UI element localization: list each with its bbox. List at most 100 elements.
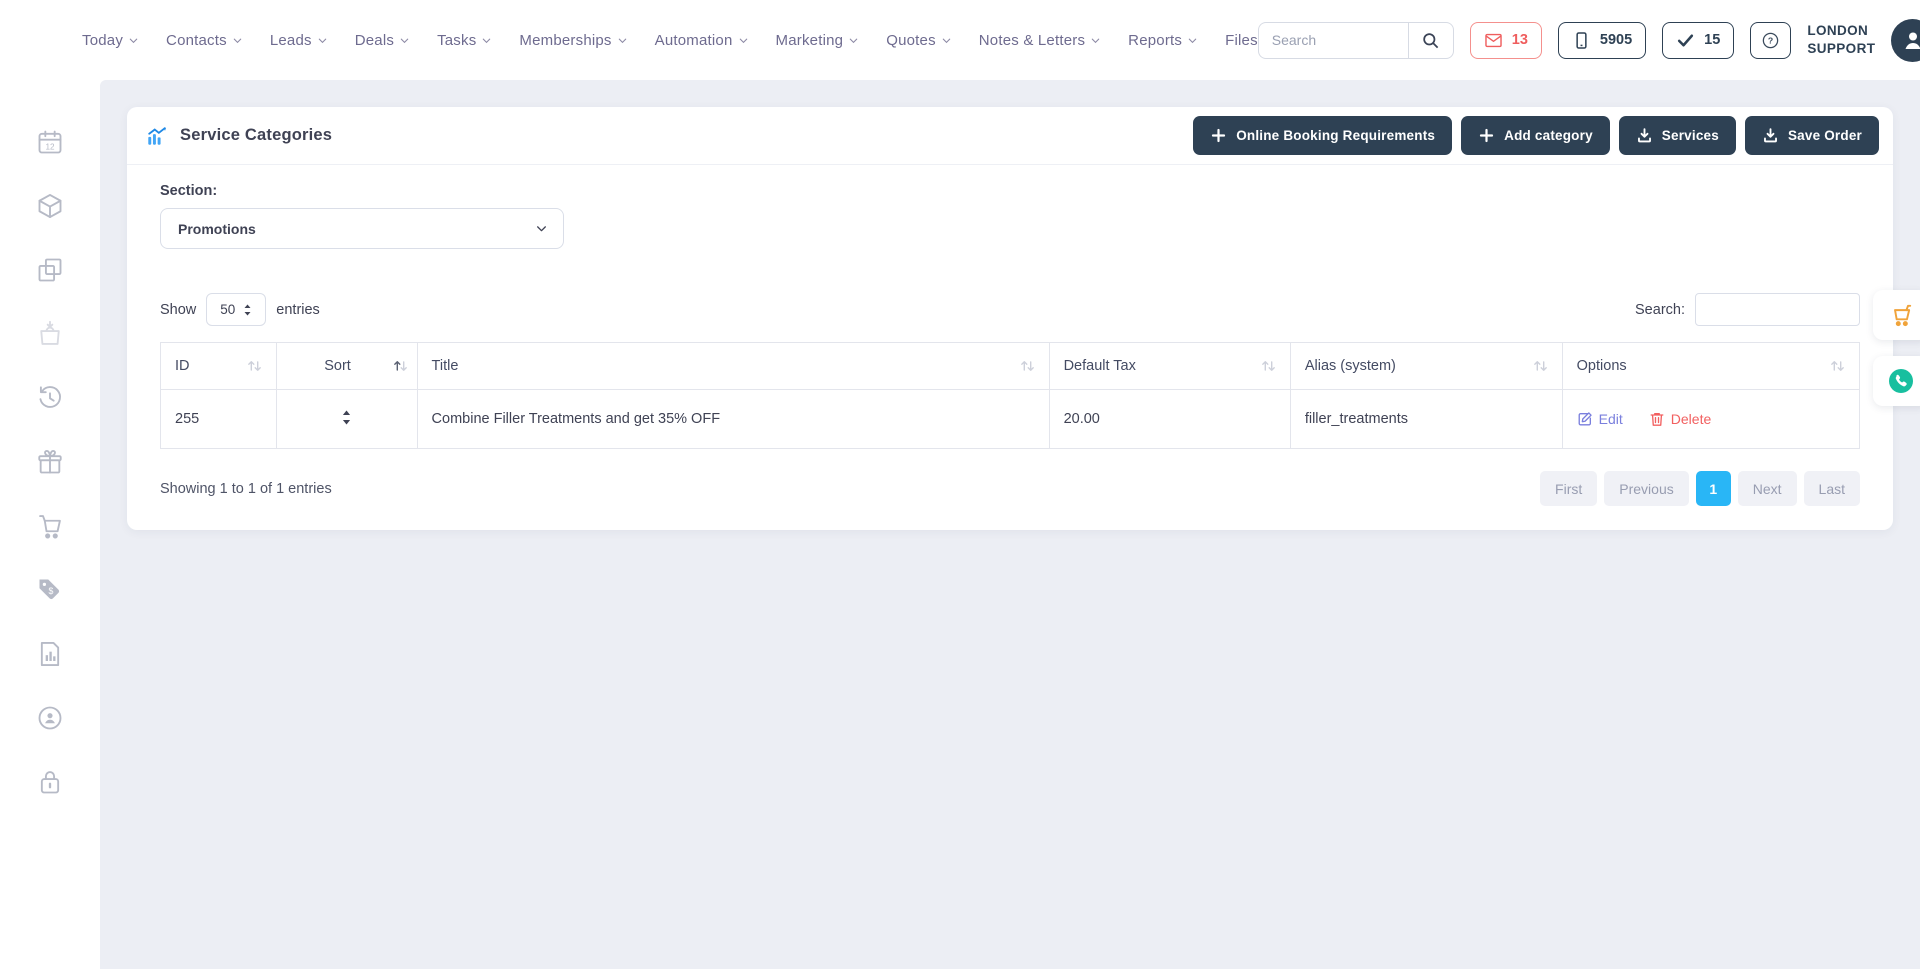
sort-arrows-icon (1830, 359, 1845, 373)
sidebar-item-products[interactable] (36, 192, 64, 220)
sidebar-item-reports[interactable] (36, 640, 64, 668)
cell-default-tax: 20.00 (1049, 390, 1290, 449)
nav-item-quotes[interactable]: Quotes (886, 32, 952, 49)
pagination-page-1[interactable]: 1 (1696, 471, 1731, 506)
nav-item-tasks[interactable]: Tasks (437, 32, 492, 49)
edit-link[interactable]: Edit (1577, 411, 1623, 427)
cart-icon (1888, 302, 1914, 328)
tasks-badge[interactable]: 15 (1662, 22, 1734, 59)
gift-icon (36, 448, 64, 476)
chevron-down-icon (941, 35, 952, 46)
nav-item-notes-letters[interactable]: Notes & Letters (979, 32, 1101, 49)
nav-label: Quotes (886, 32, 936, 49)
sidebar-item-orders[interactable] (36, 320, 64, 348)
sidebar-item-security[interactable] (36, 768, 64, 796)
sidebar-item-support[interactable] (36, 704, 64, 732)
column-header-sort[interactable]: Sort (276, 343, 417, 390)
messages-count: 13 (1512, 32, 1528, 48)
messages-badge[interactable]: 13 (1470, 22, 1542, 59)
search-button[interactable] (1408, 22, 1454, 59)
cart-icon (36, 512, 64, 540)
chevron-down-icon (1090, 35, 1101, 46)
user-name: LONDON SUPPORT (1807, 22, 1875, 57)
sidebar: 12 (0, 80, 100, 969)
sidebar-item-history[interactable] (36, 384, 64, 412)
cell-title: Combine Filler Treatments and get 35% OF… (417, 390, 1049, 449)
topbar-right: 13 5905 15 ? LONDON SUPPORT (1258, 19, 1920, 62)
column-header-default-tax[interactable]: Default Tax (1049, 343, 1290, 390)
cart-floating-button[interactable] (1873, 290, 1920, 340)
download-icon (1762, 127, 1779, 144)
section-select[interactable]: Promotions (160, 208, 564, 249)
support-icon (36, 704, 64, 732)
pagination-first[interactable]: First (1540, 471, 1597, 506)
chevron-down-icon (399, 35, 410, 46)
svg-text:$: $ (48, 586, 53, 596)
price-tag-icon: $ (36, 576, 64, 604)
nav-item-leads[interactable]: Leads (270, 32, 328, 49)
avatar[interactable] (1891, 19, 1920, 62)
download-icon (1636, 127, 1653, 144)
nav-label: Notes & Letters (979, 32, 1085, 49)
svg-text:?: ? (1768, 35, 1773, 45)
calendar-icon: 12 (36, 128, 64, 156)
online-booking-requirements-button[interactable]: Online Booking Requirements (1193, 116, 1452, 155)
sidebar-item-calendar[interactable]: 12 (36, 128, 64, 156)
whatsapp-floating-button[interactable] (1873, 356, 1920, 406)
sidebar-item-gifts[interactable] (36, 448, 64, 476)
table-footer: Showing 1 to 1 of 1 entries First Previo… (160, 471, 1860, 506)
mobile-icon (1572, 31, 1591, 50)
sidebar-item-pricing[interactable]: $ (36, 576, 64, 604)
help-icon: ? (1761, 31, 1780, 50)
column-header-alias[interactable]: Alias (system) (1290, 343, 1562, 390)
bag-icon (36, 320, 64, 348)
column-header-options[interactable]: Options (1562, 343, 1859, 390)
column-header-id[interactable]: ID (161, 343, 277, 390)
save-order-button[interactable]: Save Order (1745, 116, 1879, 155)
lock-icon (36, 768, 64, 796)
add-category-button[interactable]: Add category (1461, 116, 1610, 155)
column-header-title[interactable]: Title (417, 343, 1049, 390)
nav-item-today[interactable]: Today (82, 32, 139, 49)
cell-alias: filler_treatments (1290, 390, 1562, 449)
phone-badge[interactable]: 5905 (1558, 22, 1646, 59)
delete-link[interactable]: Delete (1649, 411, 1711, 427)
whatsapp-phone-icon (1886, 366, 1916, 396)
chevron-down-icon (232, 35, 243, 46)
nav-item-automation[interactable]: Automation (655, 32, 749, 49)
cell-id: 255 (161, 390, 277, 449)
entries-summary: Showing 1 to 1 of 1 entries (160, 481, 332, 497)
trash-icon (1649, 411, 1665, 427)
card-body: Section: Promotions Show 50 entries (127, 183, 1893, 506)
page-length-select[interactable]: 50 (206, 293, 266, 326)
global-search-input[interactable] (1258, 22, 1408, 59)
main-content: Service Categories Online Booking Requir… (100, 80, 1920, 969)
sort-arrows-icon (393, 359, 408, 373)
nav-item-memberships[interactable]: Memberships (519, 32, 627, 49)
chevron-down-icon (1187, 35, 1198, 46)
pagination-next[interactable]: Next (1738, 471, 1797, 506)
sidebar-item-duplicates[interactable] (36, 256, 64, 284)
chevron-down-icon (617, 35, 628, 46)
nav-label: Marketing (776, 32, 844, 49)
chevron-down-icon (481, 35, 492, 46)
drag-handle[interactable] (341, 410, 352, 429)
services-button[interactable]: Services (1619, 116, 1736, 155)
sidebar-item-cart[interactable] (36, 512, 64, 540)
history-icon (36, 384, 64, 412)
check-icon (1676, 31, 1695, 50)
sort-arrows-icon (1533, 359, 1548, 373)
nav-item-deals[interactable]: Deals (355, 32, 410, 49)
nav-item-contacts[interactable]: Contacts (166, 32, 243, 49)
nav-item-reports[interactable]: Reports (1128, 32, 1198, 49)
nav-item-files[interactable]: Files (1225, 32, 1258, 49)
pagination-last[interactable]: Last (1804, 471, 1860, 506)
nav-item-marketing[interactable]: Marketing (776, 32, 860, 49)
copy-icon (36, 256, 64, 284)
pagination-previous[interactable]: Previous (1604, 471, 1688, 506)
phone-count: 5905 (1600, 32, 1632, 48)
help-button[interactable]: ? (1750, 22, 1791, 59)
card-header: Service Categories Online Booking Requir… (127, 107, 1893, 165)
table-search-input[interactable] (1695, 293, 1860, 326)
nav-label: Memberships (519, 32, 611, 49)
